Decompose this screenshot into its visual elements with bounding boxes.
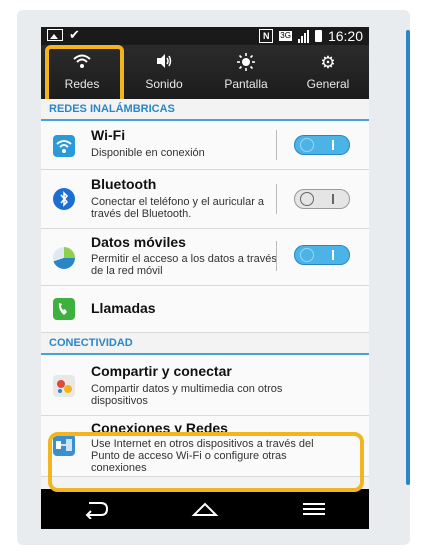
list-item-wifi[interactable]: Wi-Fi Disponible en conexión [41,121,369,170]
quick-setting-sonido[interactable]: Sonido [123,45,205,99]
highlight-box-conexiones [48,432,364,492]
quick-setting-label: General [306,77,350,91]
menu-button[interactable] [260,489,369,529]
signal-icon [297,29,309,43]
section-header-wireless: REDES INALÁMBRICAS [41,99,369,121]
back-button[interactable] [41,489,150,529]
quick-setting-general[interactable]: ⚙ General [287,45,369,99]
clock: 16:20 [327,28,363,44]
card-accent-bar [406,30,410,485]
quick-settings-bar: Redes Sonido Pantalla ⚙ General [41,45,369,127]
item-description: Permitir el acceso a los datos a través … [91,253,277,277]
back-icon [85,502,108,519]
gear-icon: ⚙ [320,53,336,72]
divider [276,184,277,214]
navigation-bar [41,489,369,529]
quick-setting-label: Pantalla [224,77,268,91]
item-title: Compartir y conectar [91,363,232,379]
list-item-bluetooth[interactable]: Bluetooth Conectar el teléfono y el auri… [41,170,369,229]
mobile-data-toggle[interactable] [294,245,350,265]
quick-setting-pantalla[interactable]: Pantalla [205,45,287,99]
item-title: Wi-Fi [91,127,126,143]
item-title: Datos móviles [91,234,186,250]
wifi-toggle[interactable] [294,135,350,155]
home-button[interactable] [150,489,259,529]
quick-setting-label: Sonido [145,77,183,91]
menu-icon [303,503,326,515]
share-connect-icon [53,375,75,397]
list-item-datos-moviles[interactable]: Datos móviles Permitir el acceso a los d… [41,229,369,286]
item-description: Disponible en conexión [91,147,205,159]
nfc-icon: N [259,29,274,43]
bluetooth-icon [53,188,75,210]
divider [276,241,277,271]
network-type-badge: 3G [279,31,292,41]
mobile-data-icon [53,247,75,269]
bluetooth-toggle[interactable] [294,189,350,209]
item-title: Bluetooth [91,176,157,192]
check-notification-icon: ✔ [69,27,80,42]
speaker-icon [123,52,205,74]
image-notification-icon [47,29,63,41]
status-bar: ✔ N 3G 16:20 [41,27,369,45]
list-item-llamadas[interactable]: Llamadas [41,286,369,333]
item-title: Llamadas [91,300,156,316]
home-icon [191,502,219,516]
battery-icon [314,30,322,42]
item-description: Compartir datos y multimedia con otros d… [91,383,283,407]
wifi-settings-icon [53,135,75,157]
list-item-compartir[interactable]: Compartir y conectar Compartir datos y m… [41,355,369,416]
settings-list: REDES INALÁMBRICAS Wi-Fi Disponible en c… [41,99,369,489]
item-description: Conectar el teléfono y el auricular a tr… [91,196,265,220]
divider [276,130,277,160]
section-header-connectivity: CONECTIVIDAD [41,333,369,355]
phone-icon [53,298,75,320]
brightness-icon [205,52,287,74]
